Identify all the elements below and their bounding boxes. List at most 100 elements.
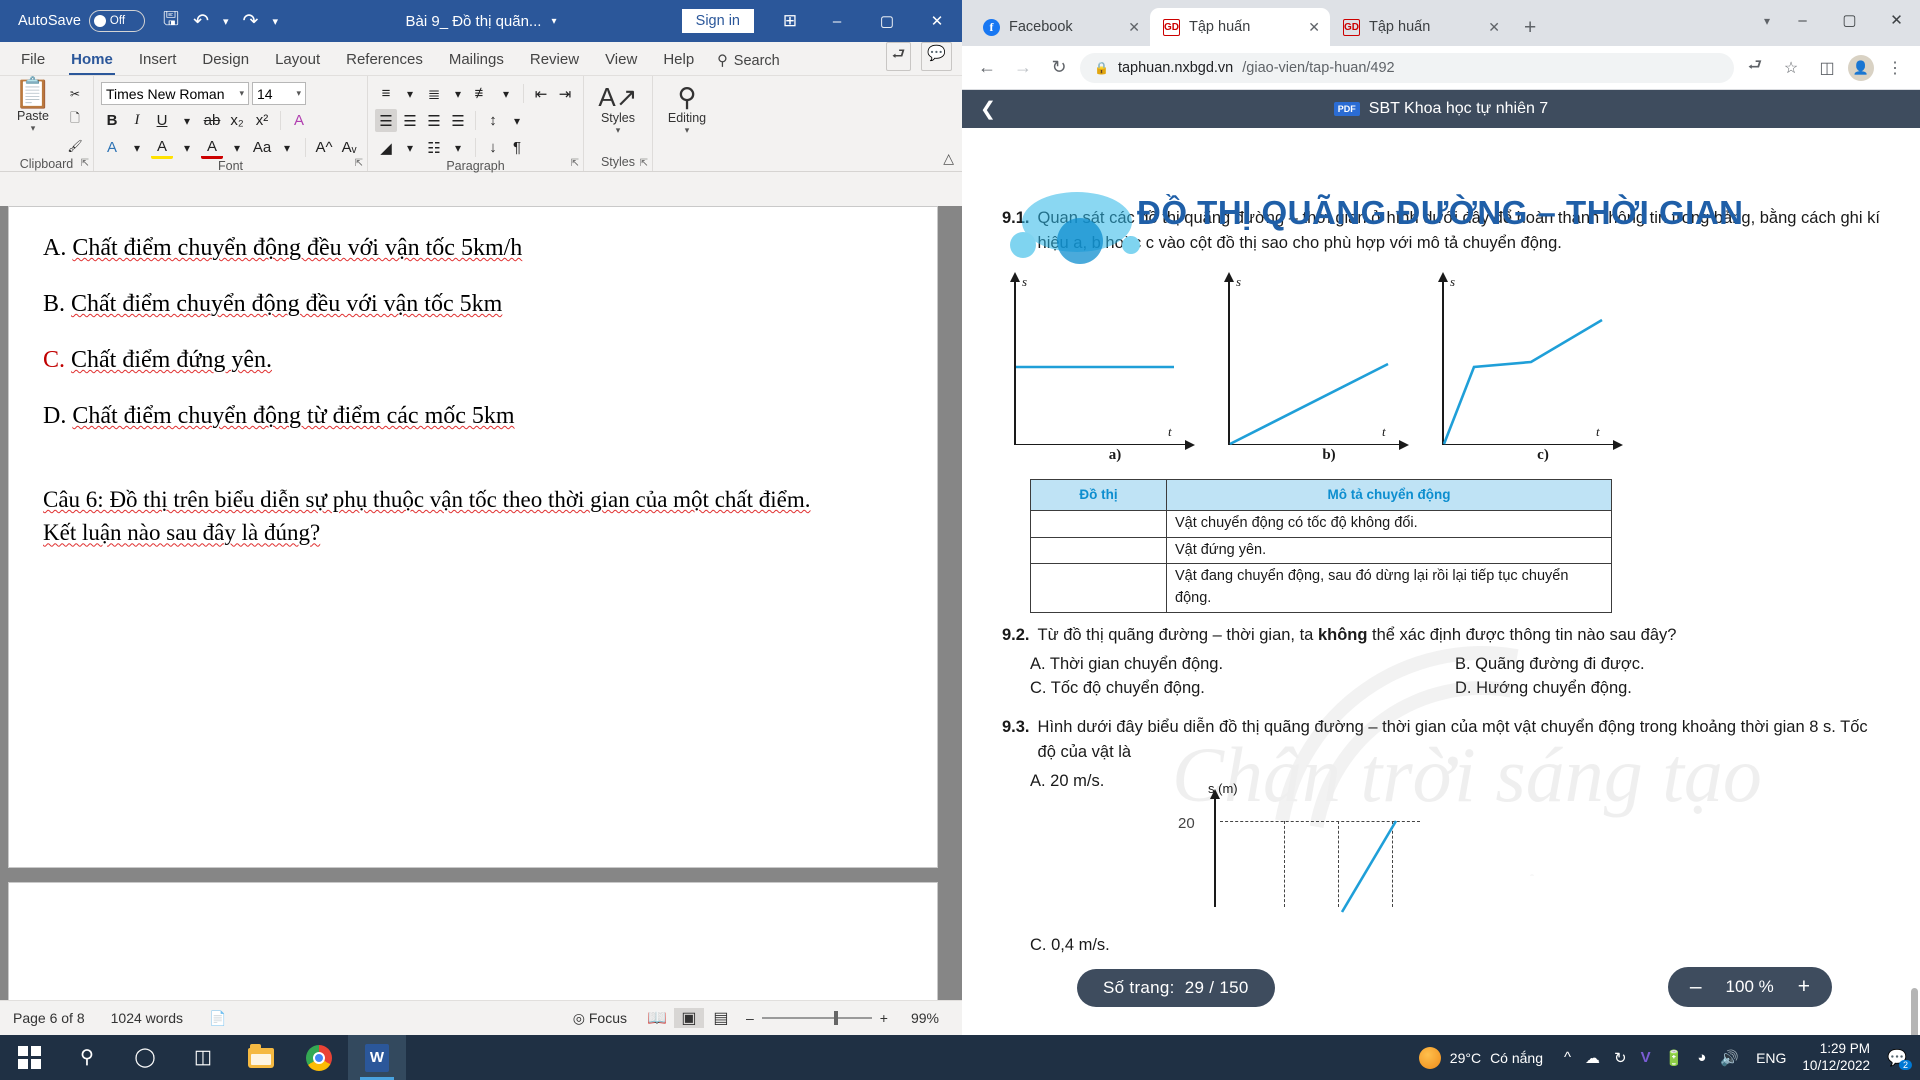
address-bar[interactable]: 🔒 taphuan.nxbgd.vn/giao-vien/tap-huan/49… [1080,52,1734,83]
document-canvas[interactable]: A. Chất điểm chuyển động đều với vận tốc… [0,206,962,1000]
font-size-combobox[interactable]: 14 ▾ [252,82,306,105]
bullets-caret-icon[interactable]: ▾ [399,82,421,105]
highlight-caret-icon[interactable]: ▾ [176,136,198,159]
zoom-slider-thumb[interactable] [833,1011,838,1025]
task-view-icon[interactable]: ◫ [174,1035,232,1080]
undo-caret-icon[interactable]: ▾ [223,15,229,28]
profile-avatar-icon[interactable]: 👤 [1848,54,1874,81]
align-left-icon[interactable]: ☰ [375,109,397,132]
tab-search-icon[interactable]: ▾ [1764,14,1770,28]
change-case-caret-icon[interactable]: ▾ [276,136,298,159]
cortana-icon[interactable]: ◯ [116,1035,174,1080]
tab-home[interactable]: Home [58,47,126,75]
back-arrow-icon[interactable]: ← [972,57,1002,78]
clock[interactable]: 1:29 PM 10/12/2022 [1796,1041,1882,1075]
three-dot-menu-icon[interactable]: ⋮ [1880,58,1910,78]
windows-start-icon[interactable] [0,1035,58,1080]
numbering-icon[interactable]: ≣ [423,82,445,105]
chrome-maximize-button[interactable]: ▢ [1826,11,1873,29]
editing-button[interactable]: ⚲ Editing ▾ [660,79,714,136]
tray-expand-icon[interactable]: ^ [1557,1049,1578,1066]
ribbon-display-options-icon[interactable]: ⊞ [768,11,812,31]
paragraph-dialog-launcher[interactable]: ⇱ [571,158,579,169]
close-icon[interactable]: ✕ [1488,19,1500,36]
forward-arrow-icon[interactable]: → [1008,57,1038,78]
battery-icon[interactable]: 🔋 [1658,1049,1691,1067]
side-panel-icon[interactable]: ◫ [1812,58,1842,78]
tab-layout[interactable]: Layout [262,47,333,75]
increase-indent-icon[interactable]: ⇥ [554,82,576,105]
new-tab-button[interactable]: + [1510,16,1550,46]
shrink-font-button[interactable]: Aᵥ [338,136,360,159]
web-layout-icon[interactable]: ▤ [706,1008,736,1028]
table-cell-graph[interactable] [1030,536,1167,565]
format-painter-icon[interactable]: 🖌 [64,134,86,157]
word-maximize-button[interactable]: ▢ [862,0,912,42]
vpn-icon[interactable]: V [1634,1049,1658,1066]
file-explorer-icon[interactable] [232,1035,290,1080]
bullets-icon[interactable]: ≡ [375,82,397,105]
autosave-toggle[interactable]: AutoSave Off [18,10,145,32]
tab-design[interactable]: Design [189,47,262,75]
align-right-icon[interactable]: ☰ [423,109,445,132]
onedrive-icon[interactable]: ☁ [1578,1049,1607,1067]
notification-center-icon[interactable]: 💬 2 [1882,1048,1912,1070]
zoom-slider[interactable]: – + [746,1010,888,1026]
reload-icon[interactable]: ↻ [1044,57,1074,78]
copy-icon[interactable]: 🗋 [64,108,86,131]
redo-icon[interactable]: ↷ [243,10,259,33]
browser-tab-taphuan-active[interactable]: GD Tập huấn ✕ [1150,8,1330,46]
shading-icon[interactable]: ◢ [375,136,397,159]
collapse-ribbon-icon[interactable]: △ [943,150,954,167]
text-effects-button[interactable]: A [101,136,123,159]
justify-icon[interactable]: ☰ [447,109,469,132]
line-spacing-caret-icon[interactable]: ▾ [506,109,528,132]
tab-review[interactable]: Review [517,47,592,75]
sign-in-button[interactable]: Sign in [681,9,754,33]
language-indicator[interactable]: ENG [1746,1050,1796,1066]
editing-caret-icon[interactable]: ▾ [685,125,690,136]
pdf-viewer[interactable]: Chân trời sáng tạo ĐỒ THỊ QUÃNG ĐƯỜNG – … [962,128,1920,1035]
shading-caret-icon[interactable]: ▾ [399,136,421,159]
chrome-minimize-button[interactable]: – [1779,12,1826,29]
clear-formatting-button[interactable]: A [288,109,310,132]
zoom-level[interactable]: 99% [898,1010,952,1026]
document-title[interactable]: Bài 9_ Đồ thị quãn... [406,13,542,30]
search-icon[interactable]: ⚲ [58,1035,116,1080]
weather-widget[interactable]: 29°C Có nắng [1418,1046,1543,1069]
table-cell-graph[interactable] [1030,509,1167,538]
browser-tab-taphuan-2[interactable]: GD Tập huấn ✕ [1330,8,1510,46]
line-spacing-icon[interactable]: ↕ [482,109,504,132]
font-color-button[interactable]: A [201,136,223,159]
multilevel-caret-icon[interactable]: ▾ [495,82,517,105]
underline-button[interactable]: U [151,109,173,132]
tab-help[interactable]: Help [650,47,707,75]
chrome-icon[interactable] [290,1035,348,1080]
share-icon[interactable]: ⮐ [885,42,912,71]
word-icon[interactable]: W [348,1035,406,1080]
table-cell-graph[interactable] [1030,563,1167,613]
browser-tab-facebook[interactable]: f Facebook ✕ [970,8,1150,46]
change-case-button[interactable]: Aa [251,136,273,159]
close-icon[interactable]: ✕ [1128,19,1140,36]
pdf-zoom-in-button[interactable]: + [1798,975,1810,999]
styles-caret-icon[interactable]: ▾ [616,125,621,136]
star-icon[interactable]: ☆ [1776,58,1806,78]
autosave-switch[interactable]: Off [88,10,145,32]
tab-references[interactable]: References [333,47,436,75]
ribbon-search-box[interactable]: ⚲ Search [717,53,780,75]
borders-caret-icon[interactable]: ▾ [447,136,469,159]
focus-mode-button[interactable]: ◎ Focus [560,1010,640,1027]
close-icon[interactable]: ✕ [1308,19,1320,36]
multilevel-list-icon[interactable]: ≢ [471,82,493,105]
word-close-button[interactable]: ✕ [912,0,962,42]
share-icon[interactable]: ⮐ [1740,54,1770,81]
back-chevron-icon[interactable]: ❮ [962,98,1014,121]
pdf-zoom-out-button[interactable]: – [1690,975,1702,999]
document-title-caret-icon[interactable]: ▾ [551,16,556,27]
subscript-button[interactable]: x₂ [226,109,248,132]
font-color-caret-icon[interactable]: ▾ [226,136,248,159]
tab-view[interactable]: View [592,47,650,75]
sort-icon[interactable]: ↓ [482,136,504,159]
undo-icon[interactable]: ↶ [193,10,209,33]
